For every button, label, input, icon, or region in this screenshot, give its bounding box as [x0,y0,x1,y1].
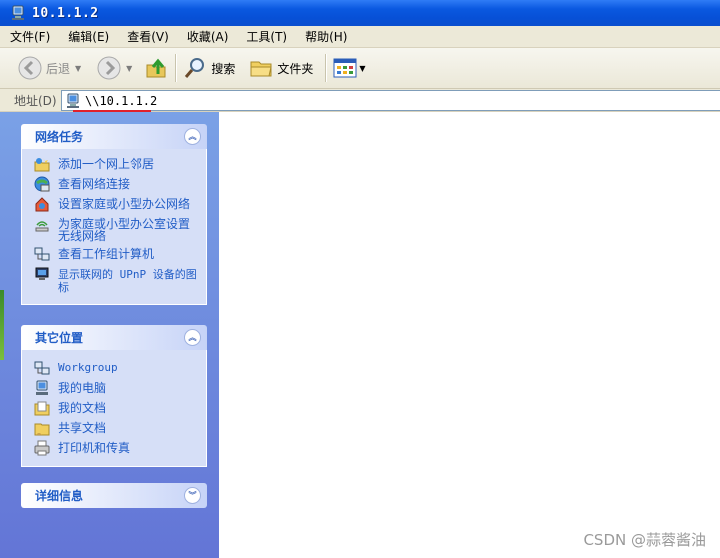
my-documents-icon [34,401,50,416]
place-label: 打印机和传真 [58,441,131,455]
menu-edit[interactable]: 编辑(E) [58,28,117,45]
toolbar-separator [175,54,177,82]
task-label: 查看工作组计算机 [58,247,155,261]
menu-file[interactable]: 文件(F) [0,28,58,45]
network-tasks-title: 网络任务 [35,130,84,144]
title-bar[interactable]: 10.1.1.2 [0,0,720,26]
place-my-documents[interactable]: 我的文档 [22,398,206,418]
collapse-chevron-icon[interactable]: ︽ [184,329,201,346]
search-label: 搜索 [211,61,236,76]
details-header[interactable]: 详细信息 ︾ [21,483,207,508]
network-computer-icon [67,93,79,108]
toolbar: 后退 ▼ ▼ 搜索 文件夹 ▼ [0,48,720,89]
task-pane: 网络任务 ︽ 添加一个网上邻居 查看网络连接 设置家庭或小型办公网络 为家庭或小… [0,112,219,558]
folders-button[interactable]: 文件夹 [245,52,317,84]
back-dropdown-icon[interactable]: ▼ [75,64,81,73]
up-folder-button[interactable] [140,52,172,84]
window-title: 10.1.1.2 [32,5,99,21]
back-arrow-icon [18,56,42,80]
home-network-icon [35,197,49,212]
up-folder-icon [146,58,166,78]
network-computer-icon [12,5,24,20]
place-printers-faxes[interactable]: 打印机和传真 [22,438,206,458]
shared-documents-icon [34,423,50,436]
watermark: CSDN @蒜蓉酱油 [583,531,706,549]
search-icon [185,58,205,78]
place-label: Workgroup [58,361,118,374]
task-view-workgroup-computers[interactable]: 查看工作组计算机 [22,244,206,264]
place-label: 我的电脑 [58,381,107,395]
forward-dropdown-icon[interactable]: ▼ [126,64,132,73]
back-button[interactable]: 后退 ▼ [14,52,85,84]
network-tasks-panel: 网络任务 ︽ 添加一个网上邻居 查看网络连接 设置家庭或小型办公网络 为家庭或小… [21,124,207,305]
other-places-list: Workgroup 我的电脑 我的文档 共享文档 打印机和传真 [21,350,207,467]
network-connections-icon [34,176,50,192]
task-label: 添加一个网上邻居 [58,157,155,171]
search-button[interactable]: 搜索 [179,52,239,84]
forward-arrow-icon [97,56,121,80]
address-label: 地址(D) [14,93,57,108]
network-tasks-list: 添加一个网上邻居 查看网络连接 设置家庭或小型办公网络 为家庭或小型办公室设置无… [21,149,207,305]
address-input[interactable]: \\10.1.1.2 [61,90,720,111]
views-dropdown-icon[interactable]: ▼ [359,64,365,73]
other-places-header[interactable]: 其它位置 ︽ [21,325,207,350]
menu-favorites[interactable]: 收藏(A) [177,28,237,45]
task-view-network-connections[interactable]: 查看网络连接 [22,174,206,194]
task-label: 查看网络连接 [58,177,131,191]
place-shared-documents[interactable]: 共享文档 [22,418,206,438]
task-add-network-place[interactable]: 添加一个网上邻居 [22,154,206,174]
task-setup-home-network[interactable]: 设置家庭或小型办公网络 [22,194,206,214]
toolbar-separator [325,54,327,82]
back-label: 后退 [46,61,71,76]
place-label: 我的文档 [58,401,107,415]
views-icon [333,58,357,78]
forward-button[interactable]: ▼ [93,52,136,84]
wireless-network-icon [35,221,49,232]
views-button[interactable]: ▼ [329,52,369,84]
task-label: 设置家庭或小型办公网络 [58,197,191,211]
place-label: 共享文档 [58,421,107,435]
place-workgroup[interactable]: Workgroup [22,358,206,378]
menu-tools[interactable]: 工具(T) [236,28,295,45]
task-show-upnp-icons[interactable]: 显示联网的 UPnP 设备的图标 [22,264,206,296]
workgroup-computers-icon [34,247,50,261]
details-panel: 详细信息 ︾ [21,483,207,508]
task-setup-wireless-network[interactable]: 为家庭或小型办公室设置无线网络 [22,214,206,244]
collapse-chevron-icon[interactable]: ︽ [184,128,201,145]
details-title: 详细信息 [35,489,84,503]
upnp-device-icon [35,267,49,280]
folder-content-area[interactable]: CSDN @蒜蓉酱油 [219,112,720,558]
expand-chevron-icon[interactable]: ︾ [184,487,201,504]
task-label: 显示联网的 UPnP 设备的图标 [58,268,197,294]
desktop-background-edge [0,290,4,360]
workgroup-icon [34,361,50,375]
address-value: \\10.1.1.2 [85,93,158,108]
menu-help[interactable]: 帮助(H) [295,28,355,45]
task-label: 为家庭或小型办公室设置无线网络 [58,217,191,243]
menu-view[interactable]: 查看(V) [117,28,177,45]
folders-label: 文件夹 [277,61,314,76]
place-my-computer[interactable]: 我的电脑 [22,378,206,398]
network-tasks-header[interactable]: 网络任务 ︽ [21,124,207,149]
folders-icon [250,61,272,77]
my-computer-icon [36,380,48,395]
printers-faxes-icon [34,440,50,456]
other-places-title: 其它位置 [35,331,84,345]
menu-bar: 文件(F) 编辑(E) 查看(V) 收藏(A) 工具(T) 帮助(H) [0,26,720,48]
other-places-panel: 其它位置 ︽ Workgroup 我的电脑 我的文档 共享文档 打印机和传真 [21,325,207,467]
add-network-place-icon [34,158,50,172]
address-bar: 地址(D) \\10.1.1.2 [0,89,720,112]
